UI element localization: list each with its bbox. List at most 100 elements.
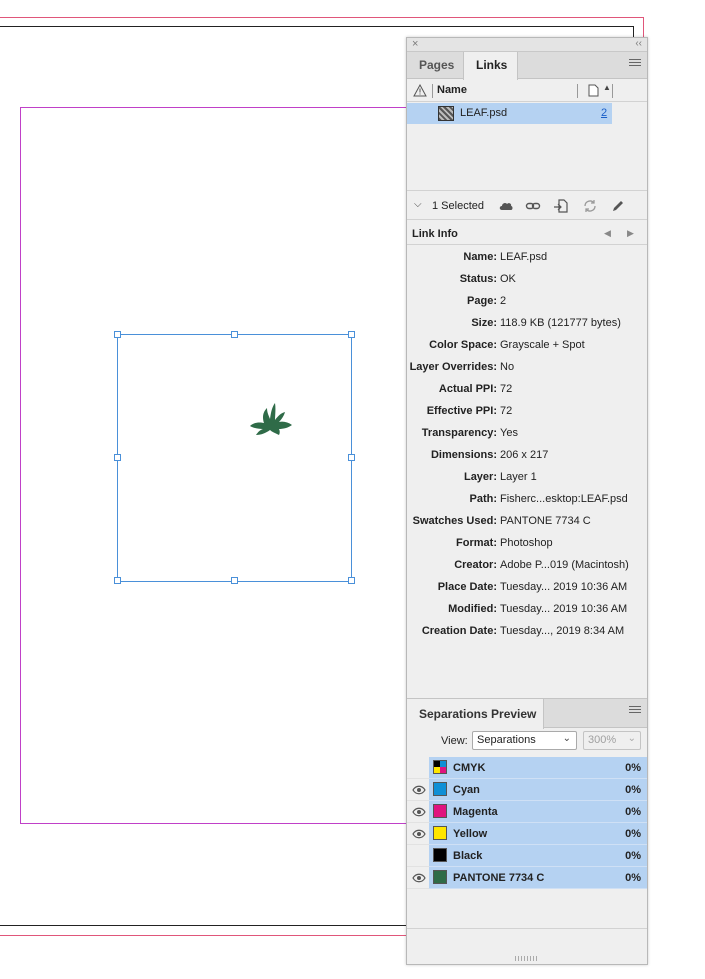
- separation-row[interactable]: Yellow 0%: [407, 823, 647, 845]
- separations-preview-panel: Separations Preview View: Separations ⌄ …: [407, 698, 647, 964]
- tab-links[interactable]: Links: [463, 52, 518, 80]
- separation-row[interactable]: PANTONE 7734 C 0%: [407, 867, 647, 889]
- link-info-value: Adobe P...019 (Macintosh): [500, 559, 629, 571]
- next-link-icon[interactable]: ▶: [627, 228, 634, 239]
- resize-handle-top[interactable]: [231, 331, 238, 338]
- link-info-label: Modified:: [448, 603, 497, 615]
- previous-link-icon[interactable]: ◀: [604, 228, 611, 239]
- separation-row[interactable]: Magenta 0%: [407, 801, 647, 823]
- link-info-value: PANTONE 7734 C: [500, 515, 591, 527]
- ink-swatch: [433, 804, 447, 818]
- panel-titlebar[interactable]: × ‹‹: [407, 38, 647, 52]
- link-info-value: OK: [500, 273, 516, 285]
- visibility-toggle[interactable]: [407, 867, 429, 889]
- view-label: View:: [441, 735, 468, 747]
- cloud-link-icon[interactable]: [498, 198, 514, 214]
- visibility-toggle[interactable]: [407, 823, 429, 845]
- link-info-value: Photoshop: [500, 537, 553, 549]
- link-info-value: 2: [500, 295, 507, 307]
- link-info-row: Size: 118.9 KB (121777 bytes): [407, 313, 647, 335]
- link-info-row: Layer: Layer 1: [407, 467, 647, 489]
- view-select-value: Separations: [477, 734, 536, 746]
- visibility-toggle[interactable]: [407, 757, 429, 779]
- ink-swatch: [433, 760, 447, 774]
- chevron-down-icon[interactable]: ⌵: [414, 199, 422, 210]
- update-link-icon[interactable]: [582, 198, 598, 214]
- link-info-value: 206 x 217: [500, 449, 549, 461]
- bleed-guide-bottom: [0, 935, 406, 936]
- page-column-icon[interactable]: [588, 84, 599, 97]
- bleed-guide-top: [0, 17, 644, 18]
- separations-tabbar: Separations Preview: [407, 699, 647, 729]
- sort-ascending-icon[interactable]: ▲: [603, 83, 611, 92]
- link-info-header[interactable]: Link Info ◀ ▶: [407, 223, 647, 245]
- relink-icon[interactable]: [525, 198, 541, 214]
- links-toolbar: ⌵ 1 Selected: [407, 190, 647, 220]
- link-info-row: Transparency: Yes: [407, 423, 647, 445]
- links-panel: × ‹‹ Pages Links Name ▲ LEAF.psd 2 ⌵ 1 S…: [406, 37, 648, 965]
- resize-handle-top-right[interactable]: [348, 331, 355, 338]
- resize-handle-bottom-right[interactable]: [348, 577, 355, 584]
- link-info-label: Size:: [471, 317, 497, 329]
- link-info-label: Name:: [463, 251, 497, 263]
- link-info-label: Swatches Used:: [412, 515, 497, 527]
- separation-name: PANTONE 7734 C: [453, 872, 545, 884]
- warning-icon[interactable]: [413, 84, 427, 97]
- link-info-label: Dimensions:: [430, 449, 497, 461]
- separation-item[interactable]: CMYK 0%: [429, 757, 647, 779]
- separation-item[interactable]: Cyan 0%: [429, 779, 647, 801]
- name-column-header[interactable]: Name: [437, 84, 467, 96]
- visibility-toggle[interactable]: [407, 779, 429, 801]
- link-info-label: Actual PPI:: [438, 383, 497, 395]
- edit-original-icon[interactable]: [610, 198, 626, 214]
- resize-handle-left[interactable]: [114, 454, 121, 461]
- ink-swatch: [433, 782, 447, 796]
- zoom-select[interactable]: 300% ⌄: [583, 731, 641, 750]
- link-info-value: Tuesday..., 2019 8:34 AM: [500, 625, 625, 637]
- column-divider: [577, 84, 578, 98]
- panel-footer: [407, 928, 647, 964]
- link-info-label: Page:: [467, 295, 497, 307]
- link-row[interactable]: LEAF.psd 2: [407, 103, 612, 124]
- resize-grip[interactable]: [515, 956, 537, 961]
- separation-percent: 0%: [625, 872, 641, 884]
- link-info-label: Place Date:: [437, 581, 497, 593]
- ink-swatch: [433, 870, 447, 884]
- separation-row[interactable]: CMYK 0%: [407, 757, 647, 779]
- link-info-row: Modified: Tuesday... 2019 10:36 AM: [407, 599, 647, 621]
- link-page-number[interactable]: 2: [601, 107, 607, 119]
- panel-menu-icon[interactable]: [629, 59, 641, 69]
- link-info-row: Format: Photoshop: [407, 533, 647, 555]
- zoom-select-value: 300%: [588, 734, 617, 746]
- collapse-icon[interactable]: ‹‹: [635, 38, 642, 49]
- separation-row[interactable]: Black 0%: [407, 845, 647, 867]
- link-info-value: No: [500, 361, 515, 373]
- link-info-row: Color Space: Grayscale + Spot: [407, 335, 647, 357]
- go-to-link-icon[interactable]: [553, 198, 569, 214]
- separation-item[interactable]: Magenta 0%: [429, 801, 647, 823]
- link-info-value: 72: [500, 383, 513, 395]
- column-divider: [432, 84, 433, 98]
- link-info-label: Effective PPI:: [426, 405, 497, 417]
- selected-image-frame[interactable]: [114, 331, 355, 584]
- visibility-toggle[interactable]: [407, 845, 429, 867]
- links-column-header: Name ▲: [407, 80, 647, 102]
- link-info-label: Transparency:: [421, 427, 497, 439]
- visibility-toggle[interactable]: [407, 801, 429, 823]
- separation-item[interactable]: Black 0%: [429, 845, 647, 867]
- view-select[interactable]: Separations ⌄: [472, 731, 577, 750]
- separation-item[interactable]: Yellow 0%: [429, 823, 647, 845]
- tab-separations-preview[interactable]: Separations Preview: [407, 699, 544, 729]
- separation-item[interactable]: PANTONE 7734 C 0%: [429, 867, 647, 889]
- chevron-down-icon: ⌄: [562, 733, 571, 744]
- separation-row[interactable]: Cyan 0%: [407, 779, 647, 801]
- close-icon[interactable]: ×: [412, 38, 418, 50]
- panel-menu-icon[interactable]: [629, 706, 641, 716]
- separation-name: Magenta: [453, 806, 498, 818]
- eye-icon: [412, 785, 426, 795]
- resize-handle-top-left[interactable]: [114, 331, 121, 338]
- resize-handle-bottom-left[interactable]: [114, 577, 121, 584]
- resize-handle-right[interactable]: [348, 454, 355, 461]
- resize-handle-bottom[interactable]: [231, 577, 238, 584]
- tab-pages[interactable]: Pages: [407, 52, 463, 79]
